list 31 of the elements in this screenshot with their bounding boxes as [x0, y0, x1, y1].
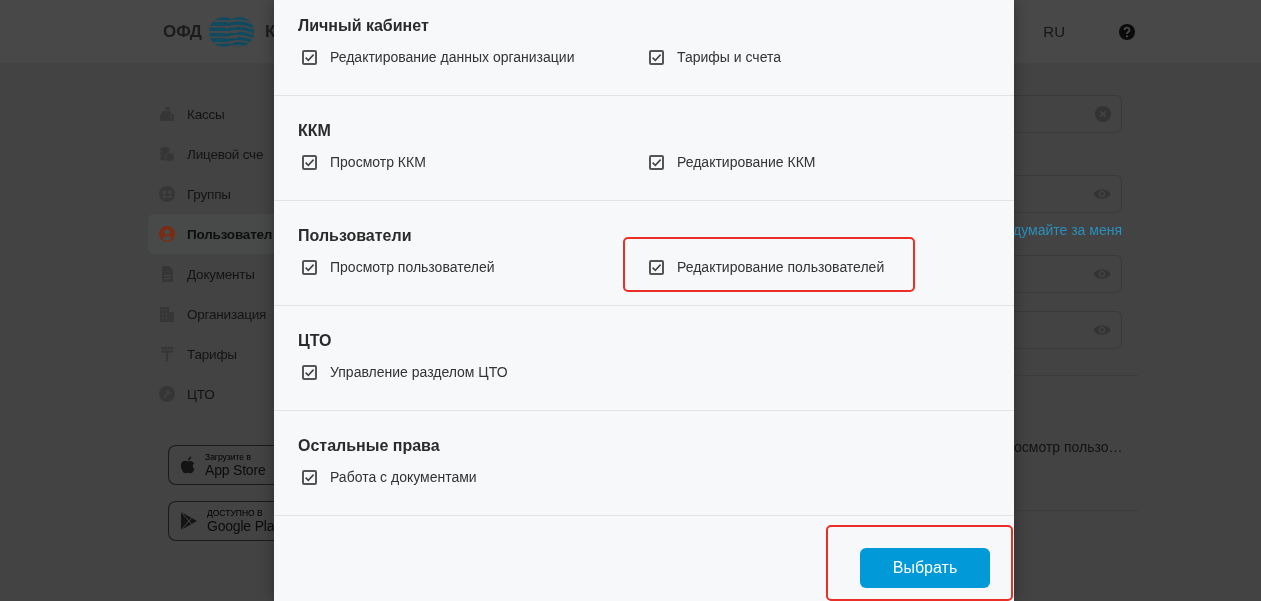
checkbox[interactable] [302, 259, 317, 275]
input-field[interactable] [1014, 175, 1122, 213]
checkbox-label[interactable]: Редактирование данных организации [330, 47, 575, 67]
section-title: Пользователи [298, 226, 412, 246]
checkbox[interactable] [302, 49, 317, 65]
checkbox-label[interactable]: Просмотр ККМ [330, 152, 426, 172]
play-triangle-icon [180, 511, 198, 531]
section-title: ККМ [298, 121, 331, 141]
input-field[interactable] [1014, 95, 1122, 133]
checkbox-label[interactable]: Просмотр пользователей [330, 257, 495, 277]
checkbox-label[interactable]: Тарифы и счета [677, 47, 781, 67]
apple-icon [180, 456, 196, 474]
checkbox-label[interactable]: Редактирование ККМ [677, 152, 816, 172]
user-icon [159, 226, 175, 242]
sidebar-item[interactable]: Пользовател [148, 214, 274, 254]
checkbox[interactable] [649, 259, 664, 275]
checkbox-label[interactable]: Управление разделом ЦТО [330, 362, 508, 382]
help-icon[interactable] [1119, 23, 1135, 40]
select-button[interactable]: Выбрать [860, 548, 990, 588]
checkbox-label[interactable]: Редактирование пользователей [677, 257, 885, 277]
checkbox[interactable] [302, 154, 317, 170]
checkbox[interactable] [649, 154, 664, 170]
checkbox[interactable] [649, 49, 664, 65]
checkbox-label[interactable]: Работа с документами [330, 467, 477, 487]
section-title: Остальные права [298, 436, 440, 456]
section-title: Личный кабинет [298, 16, 429, 36]
checkbox[interactable] [302, 469, 317, 485]
checkbox[interactable] [302, 364, 317, 380]
generate-password-link[interactable]: думайте за меня [1013, 222, 1122, 238]
section-title: ЦТО [298, 331, 332, 351]
globe-logo-icon [209, 15, 254, 48]
